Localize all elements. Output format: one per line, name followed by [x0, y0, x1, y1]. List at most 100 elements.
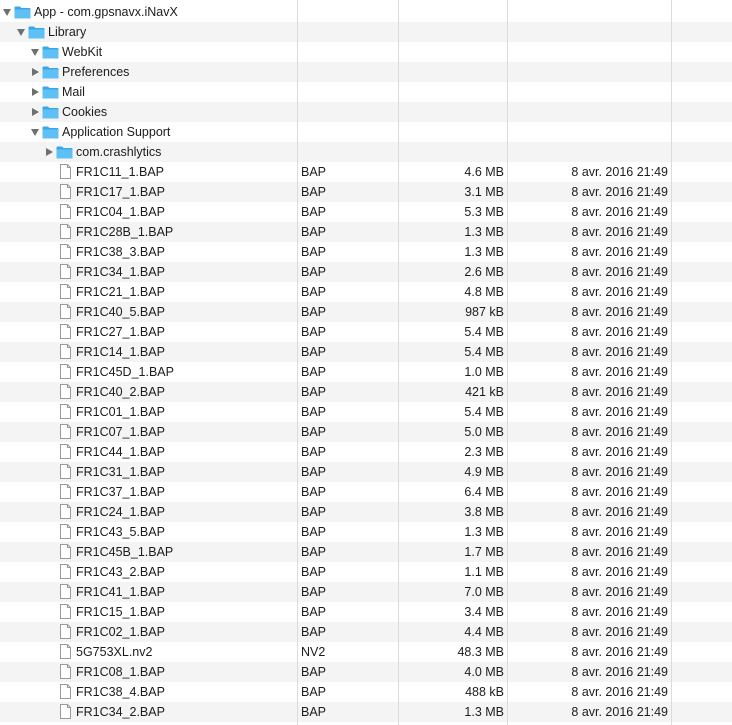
item-name: Preferences	[62, 65, 130, 79]
file-row[interactable]: FR1C08_1.BAP BAP 4.0 MB 8 avr. 2016 21:49	[0, 662, 732, 682]
file-row[interactable]: FR1C17_1.BAP BAP 3.1 MB 8 avr. 2016 21:49	[0, 182, 732, 202]
file-row[interactable]: 5G753XL.nv2 NV2 48.3 MB 8 avr. 2016 21:49	[0, 642, 732, 662]
file-row[interactable]: FR1C44_1.BAP BAP 2.3 MB 8 avr. 2016 21:49	[0, 442, 732, 462]
item-name: FR1C41_1.BAP	[76, 585, 165, 599]
file-row[interactable]: FR1C07_1.BAP BAP 5.0 MB 8 avr. 2016 21:49	[0, 422, 732, 442]
size-cell: 421 kB	[465, 385, 504, 399]
file-row[interactable]: FR1C34_1.BAP BAP 2.6 MB 8 avr. 2016 21:49	[0, 262, 732, 282]
disclosure-down-icon[interactable]	[3, 9, 11, 16]
item-name: FR1C15_1.BAP	[76, 605, 165, 619]
size-cell: 2.3 MB	[464, 445, 504, 459]
file-row[interactable]: FR1C28B_1.BAP BAP 1.3 MB 8 avr. 2016 21:49	[0, 222, 732, 242]
folder-row[interactable]: Library	[0, 22, 732, 42]
finder-list-view[interactable]: FR1C34_2.BAP BAP 1.3 MB 8 avr. 2016 21:49 FR…	[0, 0, 732, 725]
file-row[interactable]: FR1C41_1.BAP BAP 7.0 MB 8 avr. 2016 21:49	[0, 582, 732, 602]
item-name: FR1C34_2.BAP	[76, 705, 165, 719]
column-separator-size	[398, 0, 399, 725]
file-row[interactable]: FR1C38_3.BAP BAP 1.3 MB 8 avr. 2016 21:49	[0, 242, 732, 262]
document-icon	[60, 164, 71, 179]
file-row[interactable]: FR1C24_1.BAP BAP 3.8 MB 8 avr. 2016 21:49	[0, 502, 732, 522]
file-row[interactable]: FR1C27_1.BAP BAP 5.4 MB 8 avr. 2016 21:49	[0, 322, 732, 342]
disclosure-right-icon[interactable]	[32, 88, 39, 96]
folder-icon	[56, 145, 73, 159]
document-icon	[60, 364, 71, 379]
disclosure-down-icon[interactable]	[17, 29, 25, 36]
kind-cell: BAP	[301, 545, 327, 559]
file-row[interactable]: FR1C15_1.BAP BAP 3.4 MB 8 avr. 2016 21:49	[0, 602, 732, 622]
document-icon	[60, 704, 71, 719]
kind-cell: BAP	[301, 205, 327, 219]
file-row[interactable]: FR1C45B_1.BAP BAP 1.7 MB 8 avr. 2016 21:49	[0, 542, 732, 562]
document-icon	[60, 444, 71, 459]
name-cell: FR1C02_1.BAP	[0, 622, 297, 642]
folder-row[interactable]: App - com.gpsnavx.iNavX	[0, 2, 732, 22]
file-row[interactable]: FR1C02_1.BAP BAP 4.4 MB 8 avr. 2016 21:49	[0, 622, 732, 642]
file-row[interactable]: FR1C31_1.BAP BAP 4.9 MB 8 avr. 2016 21:49	[0, 462, 732, 482]
folder-row[interactable]: Preferences	[0, 62, 732, 82]
item-name: FR1C43_5.BAP	[76, 525, 165, 539]
file-row[interactable]: FR1C40_5.BAP BAP 987 kB 8 avr. 2016 21:49	[0, 302, 732, 322]
item-name: com.crashlytics	[76, 145, 162, 159]
size-cell: 5.4 MB	[464, 405, 504, 419]
file-row[interactable]: FR1C43_5.BAP BAP 1.3 MB 8 avr. 2016 21:49	[0, 522, 732, 542]
size-cell: 2.6 MB	[464, 265, 504, 279]
file-row[interactable]: FR1C45D_1.BAP BAP 1.0 MB 8 avr. 2016 21:49	[0, 362, 732, 382]
file-row[interactable]: FR1C38_4.BAP BAP 488 kB 8 avr. 2016 21:49	[0, 682, 732, 702]
date-cell: 8 avr. 2016 21:49	[571, 485, 668, 499]
name-cell: FR1C01_1.BAP	[0, 402, 297, 422]
file-row[interactable]: FR1C11_1.BAP BAP 4.6 MB 8 avr. 2016 21:49	[0, 162, 732, 182]
folder-row[interactable]: WebKit	[0, 42, 732, 62]
kind-cell: BAP	[301, 305, 327, 319]
folder-row[interactable]: Application Support	[0, 122, 732, 142]
disclosure-down-icon[interactable]	[31, 129, 39, 136]
name-cell: FR1C38_4.BAP	[0, 682, 297, 702]
date-cell: 8 avr. 2016 21:49	[571, 285, 668, 299]
folder-row[interactable]: Cookies	[0, 102, 732, 122]
document-icon	[60, 284, 71, 299]
item-name: Application Support	[62, 125, 171, 139]
kind-cell: BAP	[301, 565, 327, 579]
disclosure-right-icon[interactable]	[32, 68, 39, 76]
size-cell: 4.9 MB	[464, 465, 504, 479]
folder-row[interactable]: com.crashlytics	[0, 142, 732, 162]
name-cell: FR1C24_1.BAP	[0, 502, 297, 522]
file-row[interactable]: FR1C34_2.BAP BAP 1.3 MB 8 avr. 2016 21:49	[0, 702, 732, 722]
folder-row[interactable]: Mail	[0, 82, 732, 102]
item-name: FR1C34_1.BAP	[76, 265, 165, 279]
name-cell: FR1C40_5.BAP	[0, 302, 297, 322]
item-name: FR1C37_1.BAP	[76, 485, 165, 499]
column-separator-end	[671, 0, 672, 725]
file-row[interactable]: FR1C01_1.BAP BAP 5.4 MB 8 avr. 2016 21:49	[0, 402, 732, 422]
document-icon	[60, 204, 71, 219]
disclosure-right-icon[interactable]	[46, 148, 53, 156]
item-name: Cookies	[62, 105, 108, 119]
size-cell: 4.0 MB	[464, 665, 504, 679]
item-name: FR1C21_1.BAP	[76, 285, 165, 299]
disclosure-down-icon[interactable]	[31, 49, 39, 56]
document-icon	[60, 584, 71, 599]
size-cell: 3.4 MB	[464, 605, 504, 619]
size-cell: 4.6 MB	[464, 165, 504, 179]
folder-icon	[42, 125, 59, 139]
name-cell: FR1C04_1.BAP	[0, 202, 297, 222]
date-cell: 8 avr. 2016 21:49	[571, 405, 668, 419]
name-cell: WebKit	[0, 42, 297, 62]
name-cell: App - com.gpsnavx.iNavX	[0, 2, 297, 22]
file-row[interactable]: FR1C43_2.BAP BAP 1.1 MB 8 avr. 2016 21:49	[0, 562, 732, 582]
file-row[interactable]: FR1C14_1.BAP BAP 5.4 MB 8 avr. 2016 21:49	[0, 342, 732, 362]
item-name: FR1C45B_1.BAP	[76, 545, 174, 559]
kind-cell: BAP	[301, 165, 327, 179]
file-row[interactable]: FR1C04_1.BAP BAP 5.3 MB 8 avr. 2016 21:49	[0, 202, 732, 222]
file-row[interactable]: FR1C40_2.BAP BAP 421 kB 8 avr. 2016 21:49	[0, 382, 732, 402]
file-row[interactable]: FR1C21_1.BAP BAP 4.8 MB 8 avr. 2016 21:49	[0, 282, 732, 302]
date-cell: 8 avr. 2016 21:49	[571, 385, 668, 399]
kind-cell: BAP	[301, 285, 327, 299]
disclosure-right-icon[interactable]	[32, 108, 39, 116]
date-cell: 8 avr. 2016 21:49	[571, 245, 668, 259]
date-cell: 8 avr. 2016 21:49	[571, 505, 668, 519]
file-row[interactable]: FR1C37_1.BAP BAP 6.4 MB 8 avr. 2016 21:49	[0, 482, 732, 502]
size-cell: 1.3 MB	[464, 245, 504, 259]
folder-icon	[42, 105, 59, 119]
kind-cell: BAP	[301, 665, 327, 679]
kind-cell: BAP	[301, 605, 327, 619]
